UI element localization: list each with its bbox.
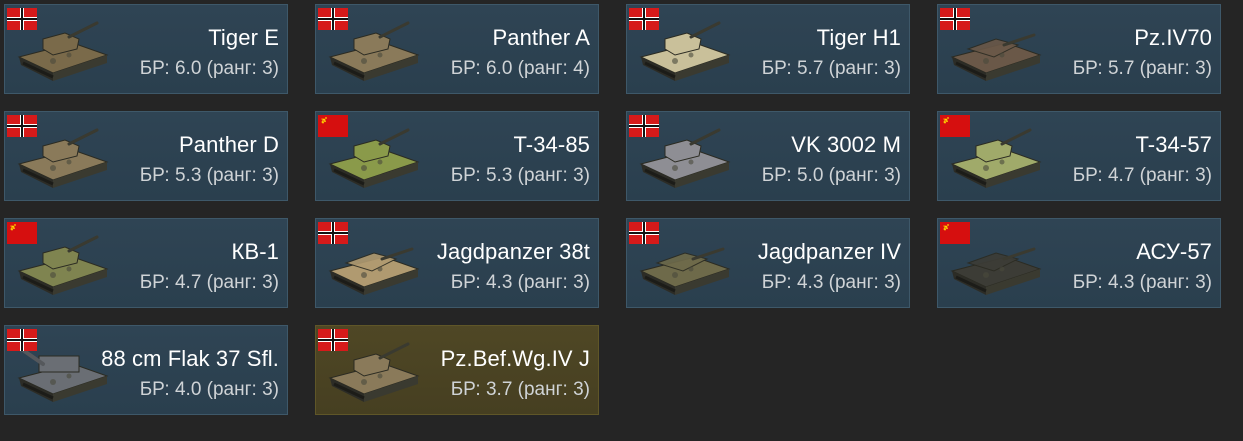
vehicle-name: АСУ-57	[1136, 239, 1212, 264]
vehicle-name: Pz.Bef.Wg.IV J	[440, 346, 590, 371]
germany-flag-icon	[318, 8, 348, 30]
vehicle-battle-rating: БР: 4.0 (ранг: 3)	[139, 379, 279, 400]
vehicle-name: Jagdpanzer IV	[757, 239, 901, 264]
vehicle-name: Panther D	[179, 132, 279, 157]
vehicle-name: Tiger H1	[816, 25, 901, 50]
vehicle-card[interactable]: АСУ-57 БР: 4.3 (ранг: 3)	[937, 218, 1221, 308]
ussr-flag-icon	[7, 222, 37, 244]
vehicle-battle-rating: БР: 5.7 (ранг: 3)	[761, 58, 901, 79]
vehicle-battle-rating: БР: 6.0 (ранг: 4)	[450, 58, 590, 79]
vehicle-card[interactable]: Pz.IV70 БР: 5.7 (ранг: 3)	[937, 4, 1221, 94]
germany-flag-icon	[629, 115, 659, 137]
vehicle-card[interactable]: Tiger H1 БР: 5.7 (ранг: 3)	[626, 4, 910, 94]
ussr-flag-icon	[940, 115, 970, 137]
germany-flag-icon	[7, 115, 37, 137]
vehicle-name: T-34-85	[513, 132, 590, 157]
vehicle-battle-rating: БР: 5.7 (ранг: 3)	[1072, 58, 1212, 79]
vehicle-battle-rating: БР: 4.3 (ранг: 3)	[450, 272, 590, 293]
ussr-flag-icon	[318, 115, 348, 137]
vehicle-battle-rating: БР: 4.7 (ранг: 3)	[1072, 165, 1212, 186]
vehicle-card[interactable]: Panther A БР: 6.0 (ранг: 4)	[315, 4, 599, 94]
vehicle-name: T-34-57	[1135, 132, 1212, 157]
vehicle-card[interactable]: КВ-1 БР: 4.7 (ранг: 3)	[4, 218, 288, 308]
germany-flag-icon	[7, 8, 37, 30]
vehicle-card[interactable]: Jagdpanzer 38t БР: 4.3 (ранг: 3)	[315, 218, 599, 308]
ussr-flag-icon	[940, 222, 970, 244]
vehicle-battle-rating: БР: 3.7 (ранг: 3)	[450, 379, 590, 400]
vehicle-name: Jagdpanzer 38t	[436, 239, 590, 264]
germany-flag-icon	[629, 8, 659, 30]
vehicle-card[interactable]: T-34-85 БР: 5.3 (ранг: 3)	[315, 111, 599, 201]
vehicle-battle-rating: БР: 4.3 (ранг: 3)	[1072, 272, 1212, 293]
vehicle-grid: Tiger E БР: 6.0 (ранг: 3) Panther A БР: 6.0…	[4, 4, 1221, 415]
germany-flag-icon	[318, 222, 348, 244]
vehicle-battle-rating: БР: 5.0 (ранг: 3)	[761, 165, 901, 186]
vehicle-name: Tiger E	[208, 25, 279, 50]
germany-flag-icon	[940, 8, 970, 30]
vehicle-battle-rating: БР: 6.0 (ранг: 3)	[139, 58, 279, 79]
germany-flag-icon	[318, 329, 348, 351]
germany-flag-icon	[629, 222, 659, 244]
vehicle-card[interactable]: Panther D БР: 5.3 (ранг: 3)	[4, 111, 288, 201]
vehicle-battle-rating: БР: 4.7 (ранг: 3)	[139, 272, 279, 293]
vehicle-name: КВ-1	[231, 239, 279, 264]
vehicle-battle-rating: БР: 4.3 (ранг: 3)	[761, 272, 901, 293]
vehicle-card[interactable]: T-34-57 БР: 4.7 (ранг: 3)	[937, 111, 1221, 201]
vehicle-card[interactable]: Jagdpanzer IV БР: 4.3 (ранг: 3)	[626, 218, 910, 308]
germany-flag-icon	[7, 329, 37, 351]
vehicle-battle-rating: БР: 5.3 (ранг: 3)	[139, 165, 279, 186]
vehicle-battle-rating: БР: 5.3 (ранг: 3)	[450, 165, 590, 186]
vehicle-card[interactable]: Tiger E БР: 6.0 (ранг: 3)	[4, 4, 288, 94]
vehicle-name: VK 3002 M	[791, 132, 901, 157]
vehicle-card[interactable]: VK 3002 M БР: 5.0 (ранг: 3)	[626, 111, 910, 201]
vehicle-card[interactable]: 88 cm Flak 37 Sfl. БР: 4.0 (ранг: 3)	[4, 325, 288, 415]
vehicle-name: Pz.IV70	[1134, 25, 1212, 50]
vehicle-name: Panther A	[492, 25, 590, 50]
vehicle-card[interactable]: Pz.Bef.Wg.IV J БР: 3.7 (ранг: 3)	[315, 325, 599, 415]
vehicle-name: 88 cm Flak 37 Sfl.	[101, 346, 279, 371]
